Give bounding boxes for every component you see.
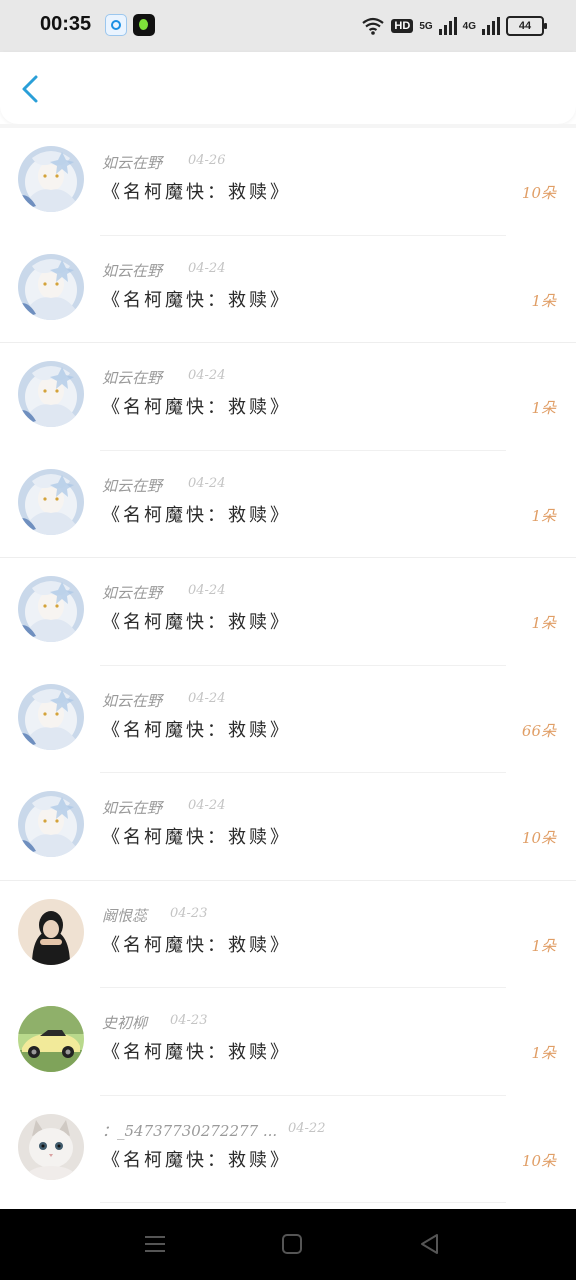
menu-icon[interactable] — [143, 1232, 167, 1256]
flower-count: 1朵 — [531, 399, 556, 417]
flower-count: 1朵 — [531, 614, 556, 632]
book-title: 《名柯魔快：救赎》 — [102, 612, 291, 633]
sender-name: 如云在野 — [102, 261, 163, 280]
gift-list-item[interactable]: ：_54737730272277 ... 04-22 《名柯魔快：救赎》 10朵 — [0, 1096, 576, 1204]
user-avatar[interactable] — [18, 361, 84, 427]
signal-bars-icon — [438, 17, 457, 35]
gift-list-item[interactable]: 如云在野 04-26 《名柯魔快：救赎》 10朵 — [0, 128, 576, 236]
gift-date: 04-24 — [188, 583, 226, 598]
book-title: 《名柯魔快：救赎》 — [102, 1042, 291, 1063]
gift-date: 04-24 — [188, 690, 226, 706]
sender-name: 如云在野 — [102, 369, 163, 387]
book-title: 《名柯魔快：救赎》 — [102, 934, 291, 956]
gift-list: 如云在野 04-26 《名柯魔快：救赎》 10朵 如云在野 04-24 《名柯魔快：救赎》 1… — [0, 128, 576, 1203]
back-triangle-icon[interactable] — [418, 1232, 442, 1256]
gift-list-item[interactable]: 如云在野 04-24 《名柯魔快：救赎》 66朵 — [0, 666, 576, 774]
user-avatar[interactable] — [18, 468, 84, 535]
header-bar — [0, 52, 576, 124]
flower-count: 1朵 — [531, 291, 556, 310]
book-title: 《名柯魔快：救赎》 — [102, 1149, 291, 1171]
signal-bars-icon — [482, 17, 500, 35]
wifi-icon — [362, 17, 385, 35]
user-avatar[interactable] — [18, 146, 84, 212]
system-nav-bar — [0, 1209, 576, 1280]
gift-list-item[interactable]: 如云在野 04-24 《名柯魔快：救赎》 1朵 — [0, 451, 576, 559]
book-title: 《名柯魔快：救赎》 — [102, 289, 291, 311]
book-title: 《名柯魔快：救赎》 — [102, 182, 291, 203]
gift-list-item[interactable]: 如云在野 04-24 《名柯魔快：救赎》 1朵 — [0, 343, 576, 451]
sender-name: ：_54737730272277 ... — [102, 1121, 278, 1140]
flower-count: 1朵 — [531, 936, 556, 955]
gift-list-item[interactable]: 如云在野 04-24 《名柯魔快：救赎》 1朵 — [0, 558, 576, 666]
gift-list-item[interactable]: 如云在野 04-24 《名柯魔快：救赎》 10朵 — [0, 773, 576, 881]
book-title: 《名柯魔快：救赎》 — [102, 827, 291, 848]
sender-name: 史初柳 — [102, 1014, 148, 1032]
flower-count: 10朵 — [521, 1151, 556, 1170]
status-time: 00:35 — [40, 13, 92, 35]
user-avatar[interactable] — [18, 1113, 84, 1180]
user-avatar[interactable] — [18, 1006, 84, 1072]
gift-date: 04-24 — [188, 260, 226, 276]
back-arrow-icon[interactable] — [16, 74, 46, 104]
status-indicators: HD 5G 4G 44 — [361, 12, 547, 40]
flower-count: 1朵 — [531, 1044, 556, 1062]
home-icon[interactable] — [280, 1232, 304, 1256]
hd-badge: HD — [391, 19, 414, 33]
user-avatar[interactable] — [18, 253, 84, 320]
gift-list-item[interactable]: 阚恨蕊 04-23 《名柯魔快：救赎》 1朵 — [0, 881, 576, 989]
battery-icon: 44 — [506, 16, 547, 36]
5g-label: 5G — [419, 20, 433, 32]
gift-date: 04-22 — [288, 1120, 326, 1136]
sender-name: 如云在野 — [102, 584, 163, 602]
sender-name: 如云在野 — [102, 154, 163, 172]
sender-name: 如云在野 — [102, 799, 163, 817]
status-bar: 00:35 HD 5G 4G 44 — [0, 0, 576, 52]
gift-date: 04-24 — [188, 368, 226, 383]
gift-date: 04-24 — [188, 798, 226, 813]
flower-count: 10朵 — [521, 829, 556, 847]
user-avatar[interactable] — [18, 683, 84, 750]
user-avatar[interactable] — [18, 898, 84, 965]
gift-date: 04-23 — [170, 905, 208, 921]
user-avatar[interactable] — [18, 576, 84, 642]
book-title: 《名柯魔快：救赎》 — [102, 397, 291, 418]
sender-name: 如云在野 — [102, 476, 163, 495]
flower-count: 1朵 — [531, 506, 556, 525]
gift-date: 04-26 — [188, 153, 226, 168]
gift-date: 04-24 — [188, 475, 226, 491]
browser-app-icon — [105, 14, 127, 36]
gift-list-item[interactable]: 如云在野 04-24 《名柯魔快：救赎》 1朵 — [0, 236, 576, 344]
flower-count: 66朵 — [521, 721, 556, 740]
flower-count: 10朵 — [521, 184, 556, 202]
gift-date: 04-23 — [170, 1013, 208, 1028]
book-title: 《名柯魔快：救赎》 — [102, 719, 291, 741]
gift-list-item[interactable]: 史初柳 04-23 《名柯魔快：救赎》 1朵 — [0, 988, 576, 1096]
book-title: 《名柯魔快：救赎》 — [102, 504, 291, 526]
sender-name: 阚恨蕊 — [102, 906, 148, 925]
music-app-icon — [133, 14, 155, 36]
4g-label: 4G — [462, 20, 476, 32]
sender-name: 如云在野 — [102, 691, 163, 710]
user-avatar[interactable] — [18, 791, 84, 857]
